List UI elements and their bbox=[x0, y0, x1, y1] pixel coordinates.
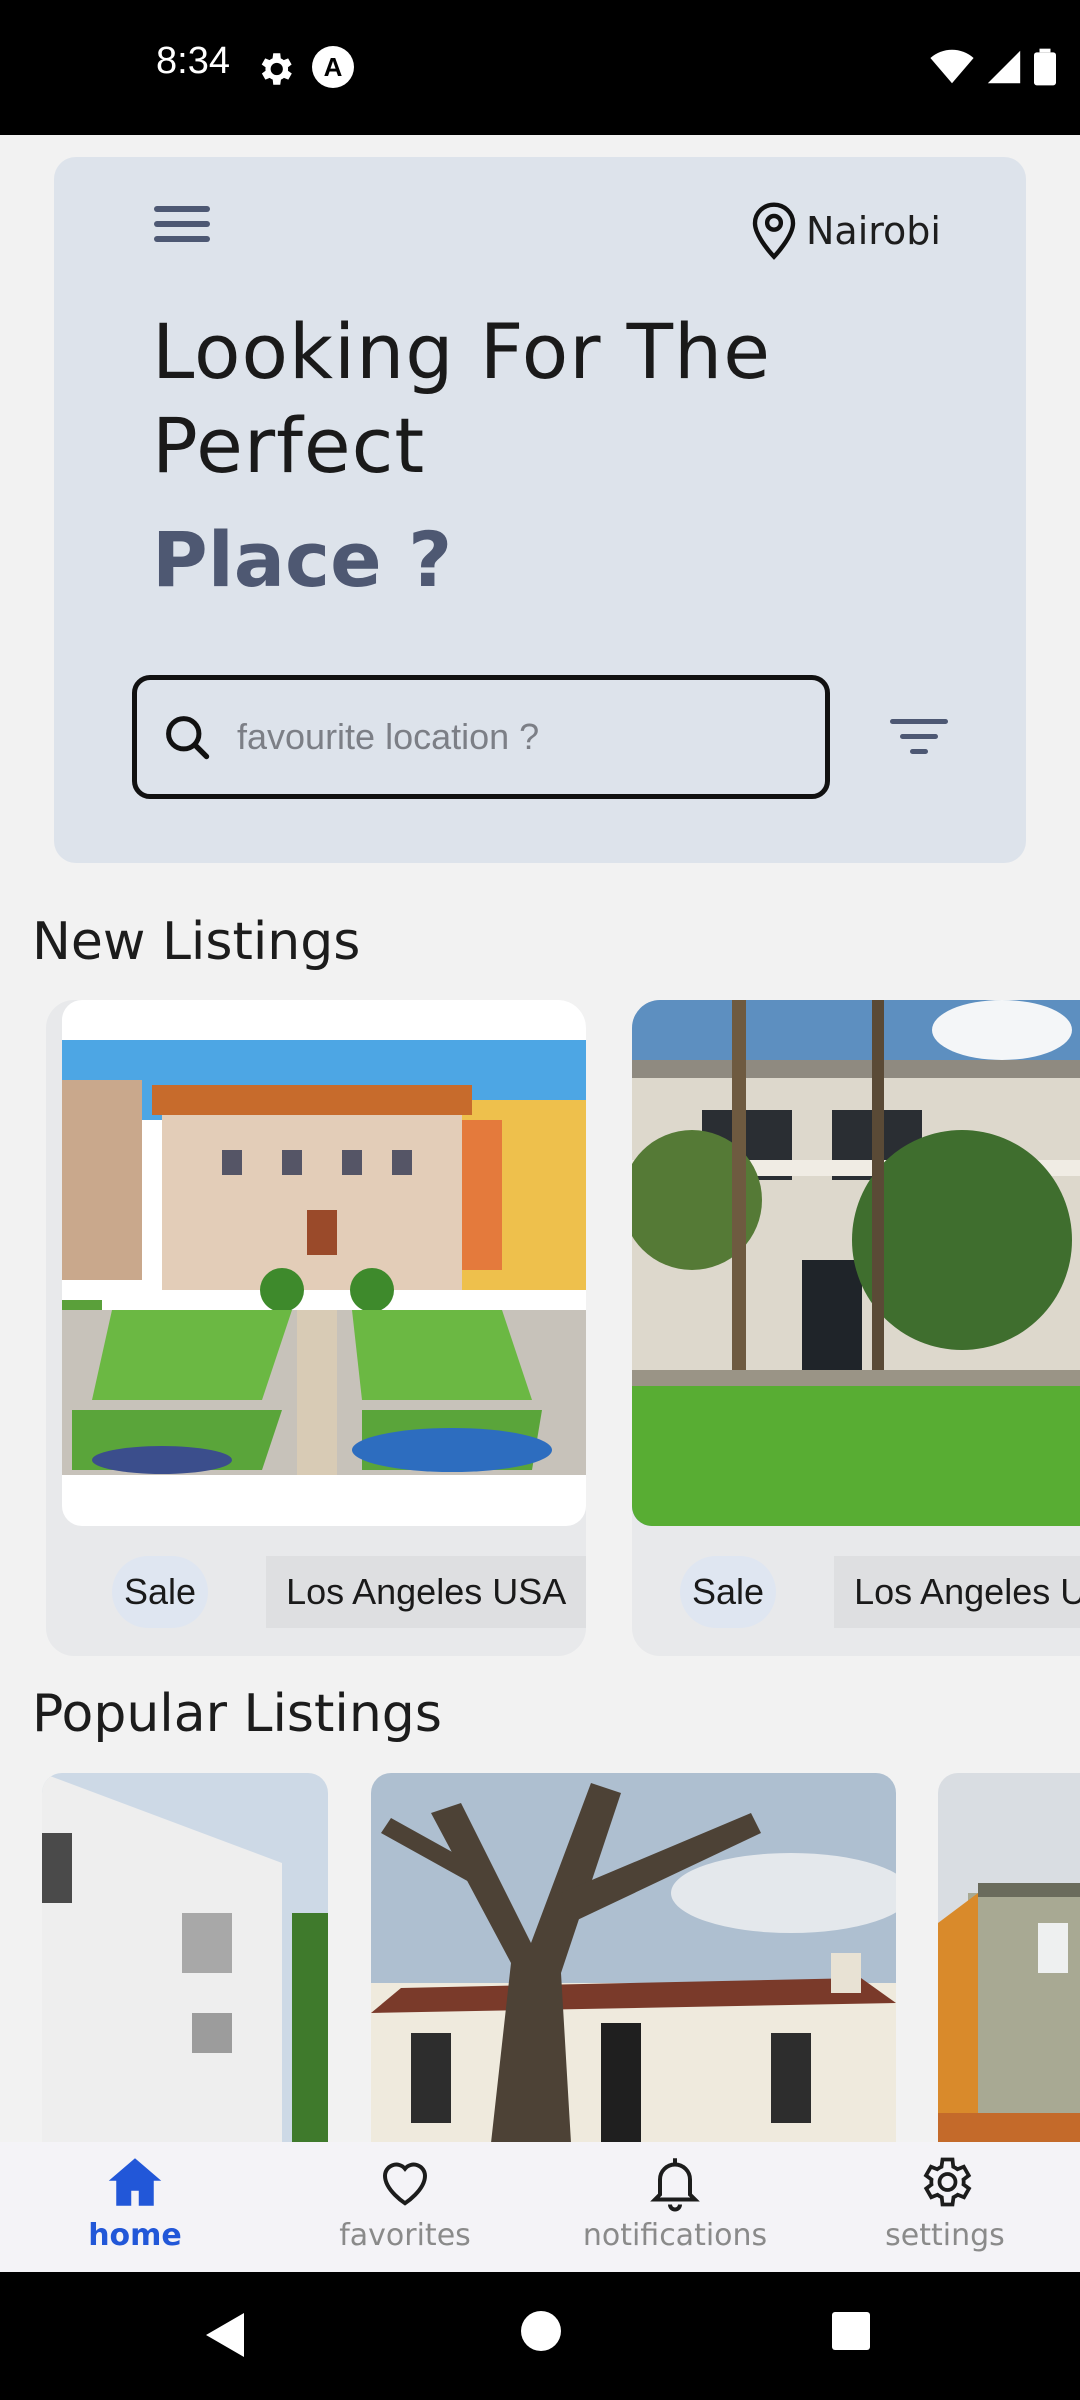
battery-icon bbox=[1034, 48, 1056, 86]
popular-listing-card[interactable] bbox=[42, 1773, 328, 2143]
heart-icon bbox=[382, 2162, 428, 2206]
hero-place-text: Place ? bbox=[152, 515, 453, 604]
home-icon bbox=[108, 2158, 162, 2206]
status-bar: 8:34 A bbox=[0, 0, 1080, 135]
menu-icon bbox=[154, 206, 210, 212]
listing-card[interactable]: Sale Los Angeles USA bbox=[46, 1000, 586, 1656]
back-icon[interactable] bbox=[202, 2310, 248, 2360]
sale-badge: Sale bbox=[680, 1556, 777, 1628]
listing-image bbox=[62, 1000, 586, 1526]
nav-label: favorites bbox=[339, 2218, 471, 2253]
listing-location: Los Angeles USA bbox=[266, 1556, 586, 1628]
search-icon bbox=[166, 716, 210, 760]
status-indicators bbox=[930, 46, 1056, 88]
search-field[interactable] bbox=[132, 675, 830, 799]
bottom-navigation: home favorites notifications settings bbox=[0, 2142, 1080, 2272]
nav-home[interactable]: home bbox=[0, 2142, 270, 2272]
popular-listing-image bbox=[938, 1773, 1080, 2143]
bell-icon bbox=[650, 2158, 700, 2212]
popular-listing-image bbox=[371, 1773, 896, 2143]
location-pin-icon bbox=[752, 202, 796, 260]
settings-status-icon bbox=[261, 53, 292, 85]
nav-label: notifications bbox=[582, 2218, 768, 2253]
nav-label: settings bbox=[885, 2218, 1005, 2253]
location-selector[interactable]: Nairobi bbox=[752, 202, 941, 260]
menu-button[interactable] bbox=[154, 206, 210, 254]
wifi-icon bbox=[930, 49, 974, 84]
sale-badge: Sale bbox=[112, 1556, 209, 1628]
signal-icon bbox=[987, 50, 1021, 84]
popular-listing-card[interactable] bbox=[371, 1773, 896, 2143]
listing-location: Los Angeles USA bbox=[834, 1556, 1080, 1628]
gear-icon bbox=[923, 2157, 972, 2207]
status-time: 8:34 bbox=[156, 40, 230, 82]
nav-settings[interactable]: settings bbox=[810, 2142, 1080, 2272]
listing-footer: Sale Los Angeles USA bbox=[680, 1556, 1080, 1628]
home-circle-icon[interactable] bbox=[520, 2310, 562, 2352]
recents-icon[interactable] bbox=[830, 2310, 872, 2352]
new-listings-title: New Listings bbox=[32, 912, 361, 972]
nav-label: home bbox=[88, 2218, 182, 2253]
system-navigation-bar bbox=[0, 2272, 1080, 2400]
location-label: Nairobi bbox=[806, 209, 941, 253]
hero-title: Looking For The Perfect bbox=[152, 307, 771, 490]
popular-listing-card[interactable] bbox=[938, 1773, 1080, 2143]
app-notification-icon: A bbox=[312, 46, 354, 88]
search-input[interactable] bbox=[237, 716, 797, 758]
listing-footer: Sale Los Angeles USA bbox=[112, 1556, 586, 1628]
listing-card[interactable]: Sale Los Angeles USA bbox=[632, 1000, 1080, 1656]
nav-favorites[interactable]: favorites bbox=[270, 2142, 540, 2272]
popular-listings-title: Popular Listings bbox=[32, 1684, 442, 1744]
nav-notifications[interactable]: notifications bbox=[540, 2142, 810, 2272]
popular-listing-image bbox=[42, 1773, 328, 2143]
filter-icon[interactable] bbox=[888, 715, 950, 759]
listing-image bbox=[632, 1000, 1080, 1526]
